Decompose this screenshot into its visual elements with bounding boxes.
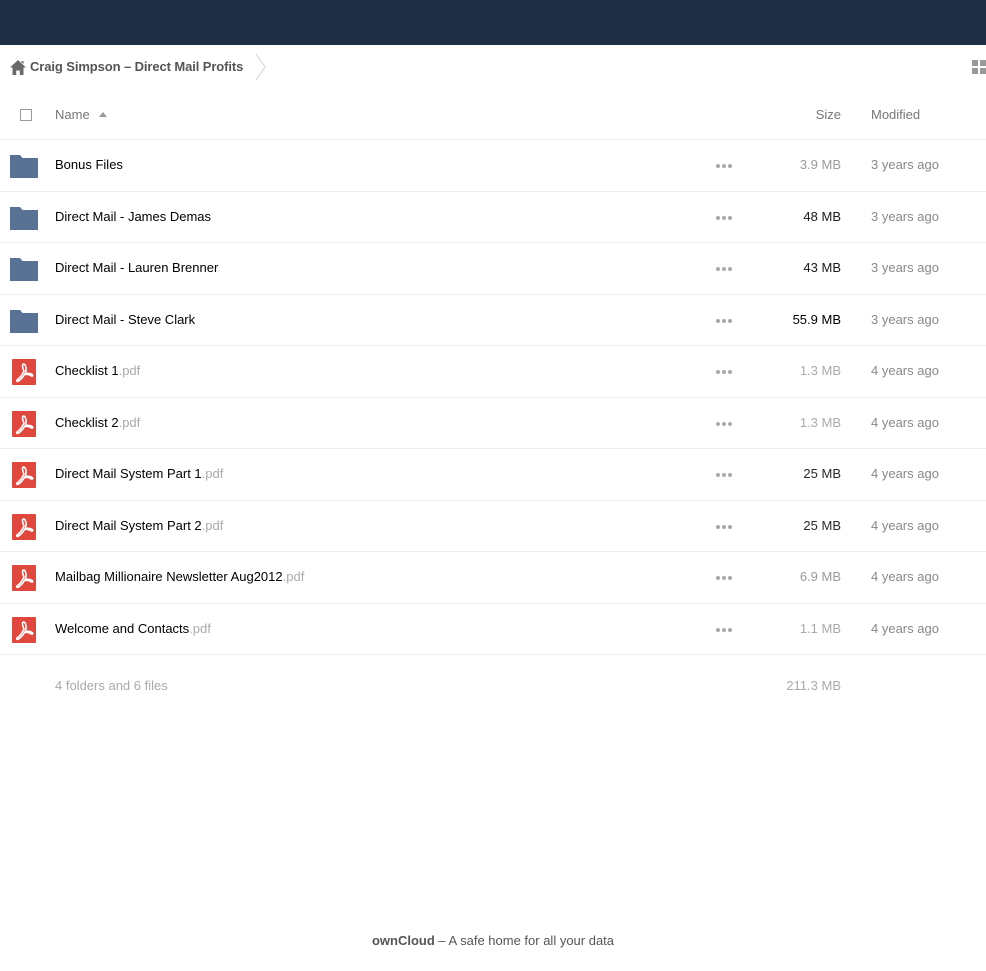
file-modified: 3 years ago <box>871 157 939 172</box>
file-size: 3.9 MB <box>799 157 841 172</box>
file-row[interactable]: Direct Mail - Steve Clark 55.9 MB 3 years … <box>0 295 986 346</box>
file-basename: Direct Mail System Part 1 <box>55 466 202 481</box>
file-extension: .pdf <box>118 414 141 430</box>
more-actions-icon[interactable] <box>716 164 732 168</box>
more-actions-icon[interactable] <box>716 370 732 374</box>
folder-icon[interactable] <box>10 308 38 334</box>
select-all-checkbox[interactable] <box>20 109 32 121</box>
more-actions-icon[interactable] <box>716 627 732 632</box>
file-size: 25 MB <box>803 517 841 533</box>
file-name[interactable]: Mailbag Millionaire Newsletter Aug2012.p… <box>55 569 304 584</box>
file-modified: 3 years ago <box>871 260 939 275</box>
file-extension: .pdf <box>201 466 224 481</box>
file-name[interactable]: Bonus Files <box>55 157 123 172</box>
file-row[interactable]: Direct Mail System Part 1.pdf 25 MB 4 year… <box>0 449 986 501</box>
top-bar <box>0 0 986 45</box>
file-basename: Welcome and Contacts <box>55 620 190 636</box>
file-size: 48 MB <box>803 208 841 224</box>
file-size: 25 MB <box>803 466 841 481</box>
file-size: 55.9 MB <box>792 311 841 327</box>
footer: ownCloud – A safe home for all your data <box>0 933 986 948</box>
sort-ascending-icon[interactable] <box>99 112 107 117</box>
column-modified-header[interactable]: Modified <box>871 107 920 122</box>
file-basename: Direct Mail System Part 2 <box>55 517 202 533</box>
breadcrumb-separator <box>255 53 266 81</box>
file-row[interactable]: Bonus Files 3.9 MB 3 years ago <box>0 140 986 192</box>
folder-icon[interactable] <box>10 256 38 282</box>
file-name[interactable]: Direct Mail - Steve Clark <box>55 312 195 327</box>
folder-icon[interactable] <box>10 205 38 231</box>
file-basename: Mailbag Millionaire Newsletter Aug2012 <box>55 569 283 584</box>
pdf-file-icon[interactable] <box>10 565 38 591</box>
file-row[interactable]: Direct Mail - Lauren Brenner 43 MB 3 years… <box>0 243 986 295</box>
file-basename: Bonus Files <box>55 157 123 172</box>
file-row[interactable]: Direct Mail - James Demas 48 MB 3 years ag… <box>0 192 986 243</box>
more-actions-icon[interactable] <box>716 576 732 580</box>
file-size: 1.1 MB <box>799 620 841 636</box>
more-actions-icon[interactable] <box>716 421 732 426</box>
file-name[interactable]: Welcome and Contacts.pdf <box>55 621 211 636</box>
summary-count: 4 folders and 6 files <box>55 678 168 693</box>
more-actions-icon[interactable] <box>716 267 732 271</box>
pdf-file-icon[interactable] <box>10 410 38 437</box>
file-modified: 4 years ago <box>871 517 939 533</box>
file-basename: Checklist 1 <box>55 363 119 378</box>
file-basename: Checklist 2 <box>55 414 119 430</box>
more-actions-icon[interactable] <box>716 473 732 477</box>
file-name[interactable]: Direct Mail System Part 2.pdf <box>55 518 223 533</box>
file-modified: 3 years ago <box>871 311 939 327</box>
file-row[interactable]: Checklist 1.pdf 1.3 MB 4 years ago <box>0 346 986 398</box>
pdf-file-icon[interactable] <box>10 359 38 385</box>
breadcrumb-current-folder[interactable]: Craig Simpson – Direct Mail Profits <box>30 59 243 74</box>
file-list-summary: 4 folders and 6 files 211.3 MB <box>0 655 986 715</box>
file-list-header: Name Size Modified <box>0 89 986 140</box>
file-row[interactable]: Direct Mail System Part 2.pdf 25 MB 4 year… <box>0 501 986 552</box>
file-modified: 4 years ago <box>871 466 939 481</box>
file-modified: 3 years ago <box>871 208 939 224</box>
home-icon[interactable] <box>10 60 26 75</box>
pdf-file-icon[interactable] <box>10 513 38 540</box>
summary-total-size: 211.3 MB <box>786 678 841 693</box>
file-modified: 4 years ago <box>871 620 939 636</box>
file-modified: 4 years ago <box>871 414 939 430</box>
grid-view-icon[interactable] <box>972 60 986 75</box>
file-row[interactable]: Checklist 2.pdf 1.3 MB 4 years ago <box>0 398 986 449</box>
file-size: 6.9 MB <box>799 569 841 584</box>
folder-icon[interactable] <box>10 153 38 179</box>
file-size: 1.3 MB <box>799 363 841 378</box>
pdf-file-icon[interactable] <box>10 462 38 488</box>
file-row[interactable]: Welcome and Contacts.pdf 1.1 MB 4 years ag… <box>0 604 986 655</box>
file-name[interactable]: Direct Mail - Lauren Brenner <box>55 260 218 275</box>
file-extension: .pdf <box>189 620 211 636</box>
pdf-file-icon[interactable] <box>10 616 38 643</box>
file-extension: .pdf <box>118 363 141 378</box>
file-modified: 4 years ago <box>871 569 939 584</box>
file-row[interactable]: Mailbag Millionaire Newsletter Aug2012.p… <box>0 552 986 604</box>
more-actions-icon[interactable] <box>716 215 732 220</box>
more-actions-icon[interactable] <box>716 524 732 529</box>
file-name[interactable]: Checklist 1.pdf <box>55 363 140 378</box>
file-modified: 4 years ago <box>871 363 939 378</box>
file-basename: Direct Mail - James Demas <box>55 208 212 224</box>
footer-tagline: – A safe home for all your data <box>434 933 615 948</box>
column-size-header[interactable]: Size <box>816 107 841 122</box>
file-basename: Direct Mail - Lauren Brenner <box>55 260 219 275</box>
footer-brand[interactable]: ownCloud <box>372 933 435 948</box>
column-name-header[interactable]: Name <box>55 107 90 122</box>
file-extension: .pdf <box>282 569 305 584</box>
file-basename: Direct Mail - Steve Clark <box>55 311 196 327</box>
file-extension: .pdf <box>201 517 224 533</box>
file-list: Bonus Files 3.9 MB 3 years ago Direct Mail … <box>0 140 986 655</box>
file-size: 1.3 MB <box>799 414 841 430</box>
file-name[interactable]: Checklist 2.pdf <box>55 415 140 430</box>
file-size: 43 MB <box>803 260 841 275</box>
breadcrumb: Craig Simpson – Direct Mail Profits <box>0 45 986 89</box>
file-name[interactable]: Direct Mail System Part 1.pdf <box>55 466 223 481</box>
more-actions-icon[interactable] <box>716 318 732 323</box>
file-name[interactable]: Direct Mail - James Demas <box>55 209 211 224</box>
